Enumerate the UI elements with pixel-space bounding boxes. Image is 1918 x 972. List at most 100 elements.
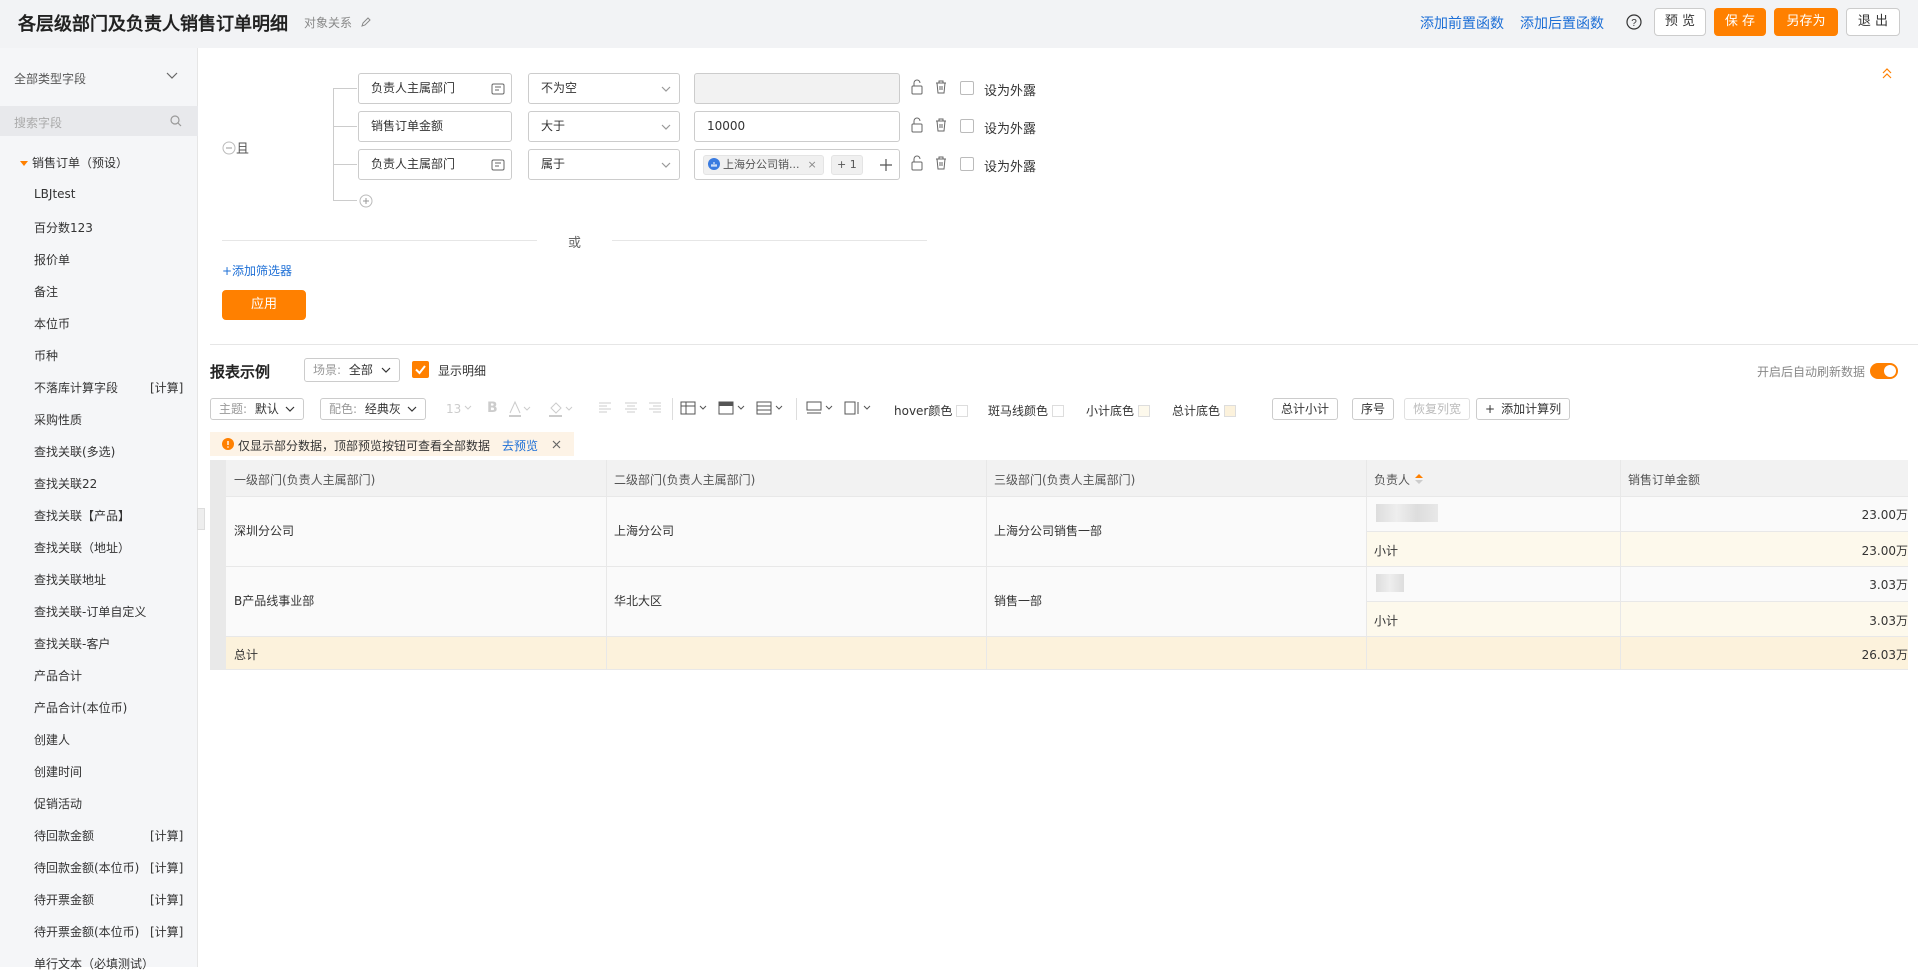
filter-value-input[interactable]	[694, 73, 900, 104]
filter-operator-select[interactable]: 不为空	[528, 73, 680, 104]
field-item[interactable]: 备注	[34, 283, 58, 300]
exit-button[interactable]: 退 出	[1846, 8, 1900, 36]
add-post-function-link[interactable]: 添加后置函数	[1520, 13, 1604, 33]
field-item[interactable]: 待开票金额(本位币)	[34, 923, 139, 940]
delete-icon[interactable]	[934, 79, 948, 95]
filter-operator-select[interactable]: 属于	[528, 149, 680, 180]
field-item[interactable]: 查找关联(多选)	[34, 443, 115, 460]
field-item[interactable]: 待回款金额(本位币)	[34, 859, 139, 876]
row-style-icon[interactable]	[756, 401, 786, 415]
field-item[interactable]: 促销活动	[34, 795, 82, 812]
close-icon[interactable]	[552, 440, 561, 449]
object-relation-link[interactable]: 对象关系	[304, 14, 372, 31]
field-item[interactable]: 报价单	[34, 251, 70, 268]
font-color-icon[interactable]	[508, 400, 532, 418]
filter-value-input[interactable]: 10000	[694, 111, 900, 142]
scene-select[interactable]: 场景: 全部	[304, 358, 400, 382]
field-item[interactable]: LBJtest	[34, 187, 76, 201]
more-tags-badge[interactable]: + 1	[831, 155, 863, 175]
lock-icon[interactable]	[910, 155, 924, 171]
go-preview-link[interactable]: 去预览	[502, 437, 538, 454]
align-right-icon[interactable]	[648, 401, 662, 415]
freeze-row-icon[interactable]	[806, 401, 836, 415]
column-header-l1[interactable]: 一级部门(负责人主属部门)	[234, 471, 375, 488]
field-item[interactable]: 查找关联22	[34, 475, 97, 492]
expose-checkbox[interactable]	[960, 157, 974, 171]
hover-color-select[interactable]: hover颜色	[894, 402, 969, 419]
add-condition-icon[interactable]	[359, 194, 373, 208]
field-item[interactable]: 查找关联-客户	[34, 635, 110, 652]
subtotal-bg-select[interactable]: 小计底色	[1086, 402, 1151, 419]
field-item[interactable]: 创建时间	[34, 763, 82, 780]
field-item[interactable]: 待回款金额	[34, 827, 94, 844]
field-item[interactable]: 不落库计算字段	[34, 379, 118, 396]
restore-width-button[interactable]: 恢复列宽	[1404, 398, 1471, 420]
fill-color-icon[interactable]	[548, 400, 574, 418]
align-left-icon[interactable]	[598, 401, 612, 415]
field-item[interactable]: 单行文本（必填测试）	[34, 955, 154, 972]
field-item[interactable]: 采购性质	[34, 411, 82, 428]
field-picker-icon[interactable]	[491, 82, 505, 96]
delete-icon[interactable]	[934, 117, 948, 133]
filter-operator-select[interactable]: 大于	[528, 111, 680, 142]
auto-refresh-toggle[interactable]	[1870, 363, 1898, 379]
field-item[interactable]: 创建人	[34, 731, 70, 748]
and-connector[interactable]: 且	[222, 138, 249, 157]
save-as-button[interactable]: 另存为	[1774, 8, 1838, 36]
preview-button[interactable]: 预 览	[1654, 8, 1706, 36]
apply-button[interactable]: 应用	[222, 290, 306, 320]
color-scheme-select[interactable]: 配色: 经典灰	[320, 398, 426, 420]
add-pre-function-link[interactable]: 添加前置函数	[1420, 13, 1504, 33]
total-subtotal-button[interactable]: 总计小计	[1272, 398, 1339, 420]
freeze-column-icon[interactable]	[844, 401, 874, 415]
table-layout-icon[interactable]	[680, 401, 710, 415]
expose-label: 设为外露	[984, 160, 1037, 175]
delete-icon[interactable]	[934, 155, 948, 171]
expose-checkbox[interactable]	[960, 119, 974, 133]
plus-icon[interactable]	[879, 158, 893, 172]
bold-icon[interactable]: B	[487, 400, 498, 416]
column-header-l3[interactable]: 三级部门(负责人主属部门)	[994, 471, 1135, 488]
font-size-select[interactable]: 13	[446, 402, 461, 416]
field-item[interactable]: 本位币	[34, 315, 70, 332]
lock-icon[interactable]	[910, 79, 924, 95]
sidebar-resize-handle[interactable]	[197, 508, 205, 530]
field-item[interactable]: 查找关联【产品】	[34, 507, 130, 524]
column-header-amount[interactable]: 销售订单金额	[1628, 471, 1700, 488]
add-filter-link[interactable]: +添加筛选器	[222, 262, 292, 279]
filter-field-select[interactable]: 销售订单金额	[358, 111, 512, 142]
field-type-select[interactable]: 全部类型字段	[14, 70, 86, 87]
lock-icon[interactable]	[910, 117, 924, 133]
field-item[interactable]: 产品合计(本位币)	[34, 699, 127, 716]
column-header-l2[interactable]: 二级部门(负责人主属部门)	[614, 471, 755, 488]
field-item[interactable]: 百分数123	[34, 219, 93, 236]
field-item[interactable]: 待开票金额	[34, 891, 94, 908]
index-button[interactable]: 序号	[1352, 398, 1395, 420]
save-button[interactable]: 保 存	[1714, 8, 1766, 36]
remove-tag-icon[interactable]: ×	[808, 158, 817, 171]
filter-value-input[interactable]: 上海分公司销... × + 1	[694, 149, 900, 180]
show-detail-checkbox[interactable]	[412, 361, 429, 378]
filter-field-select[interactable]: 负责人主属部门	[358, 73, 512, 104]
header-style-icon[interactable]	[718, 401, 748, 415]
chevron-down-icon[interactable]	[166, 72, 178, 80]
align-center-icon[interactable]	[624, 401, 638, 415]
add-calc-column-button[interactable]: + 添加计算列	[1476, 398, 1571, 420]
zebra-color-select[interactable]: 斑马线颜色	[988, 402, 1065, 419]
field-picker-icon[interactable]	[491, 158, 505, 172]
field-item[interactable]: 查找关联（地址）	[34, 539, 130, 556]
column-header-owner[interactable]: 负责人	[1374, 471, 1424, 488]
expose-checkbox[interactable]	[960, 81, 974, 95]
collapse-up-icon[interactable]	[1882, 68, 1892, 80]
total-bg-select[interactable]: 总计底色	[1172, 402, 1237, 419]
filter-field-select[interactable]: 负责人主属部门	[358, 149, 512, 180]
theme-select[interactable]: 主题: 默认	[210, 398, 304, 420]
field-group-sales-order[interactable]: 销售订单（预设）	[20, 154, 128, 171]
help-icon[interactable]: ?	[1626, 14, 1642, 30]
field-item[interactable]: 产品合计	[34, 667, 82, 684]
field-item[interactable]: 查找关联-订单自定义	[34, 603, 146, 620]
field-search-box[interactable]: 搜索字段	[0, 106, 198, 136]
field-item[interactable]: 查找关联地址	[34, 571, 106, 588]
sort-icon[interactable]	[1414, 473, 1424, 485]
field-item[interactable]: 币种	[34, 347, 58, 364]
